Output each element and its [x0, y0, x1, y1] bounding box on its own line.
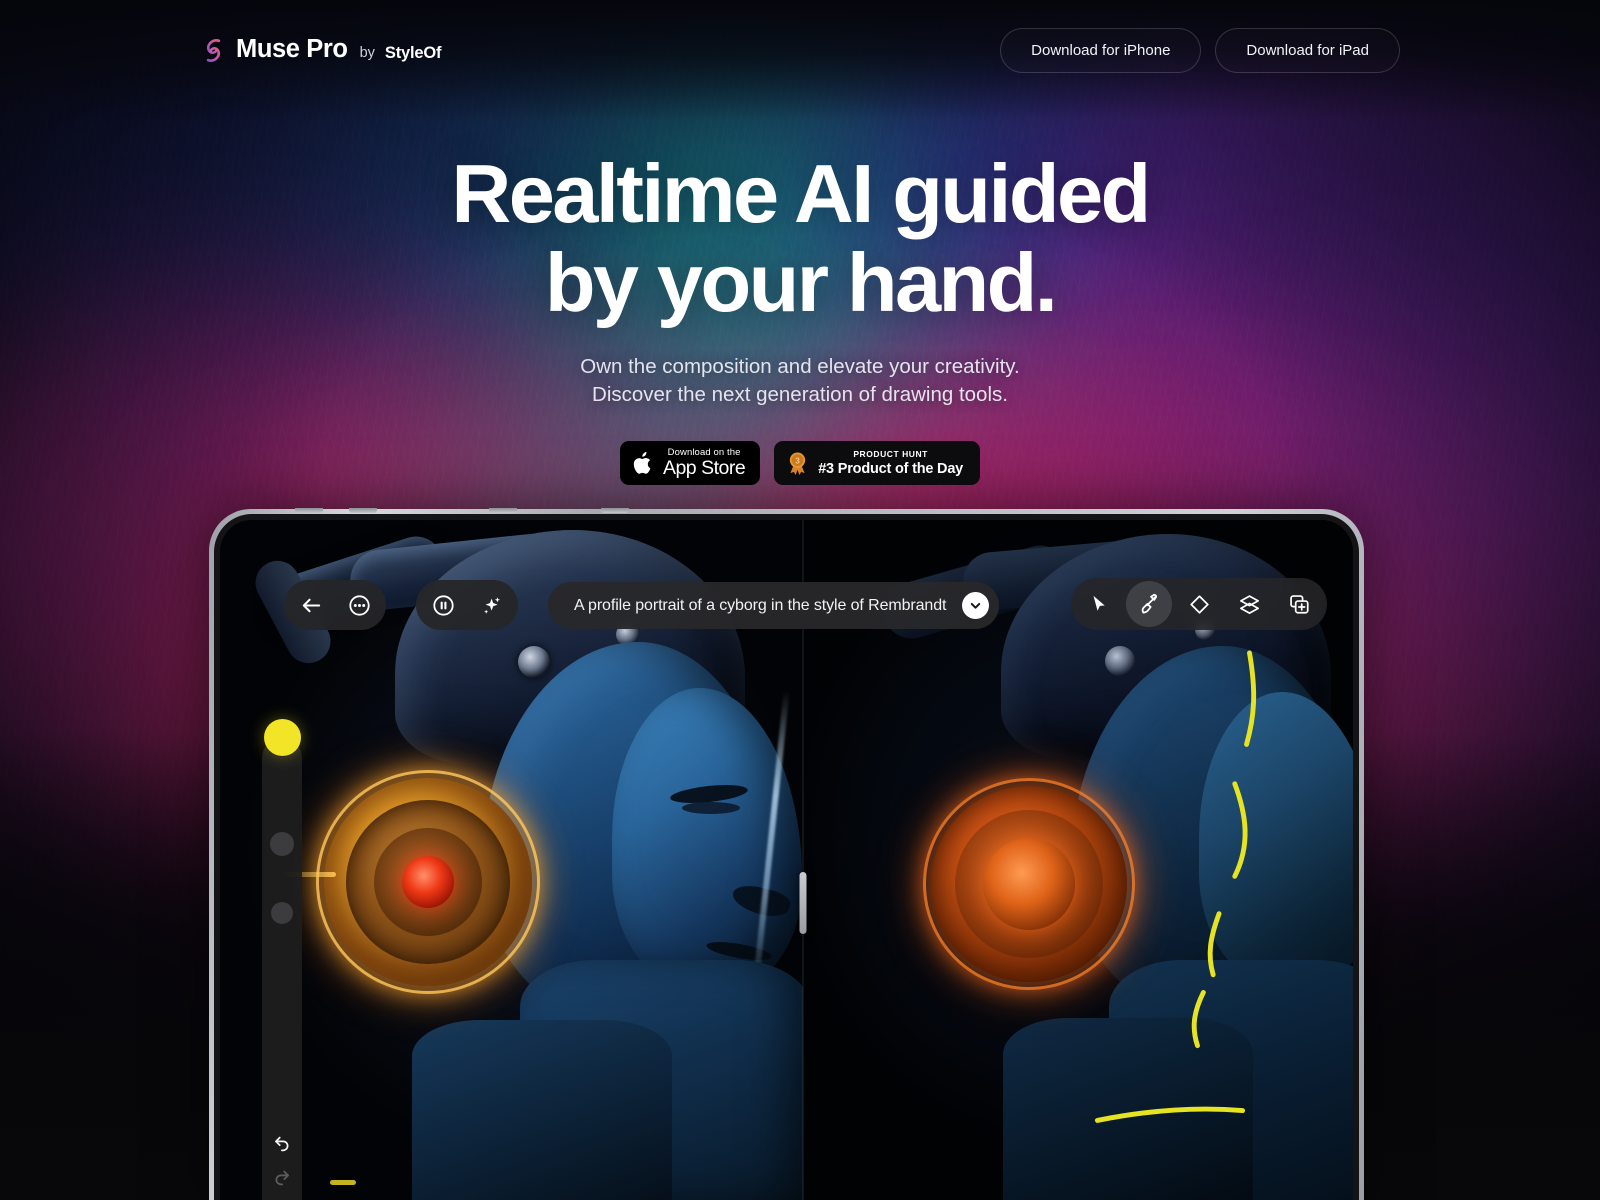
more-dots-icon — [348, 594, 371, 617]
undo-button[interactable] — [265, 1125, 299, 1159]
compare-split-handle[interactable] — [799, 872, 807, 934]
headline-line-2: by your hand. — [544, 235, 1058, 329]
layers-icon — [1238, 593, 1261, 616]
navigation-toolbar — [284, 580, 386, 630]
brush-icon — [1138, 593, 1161, 616]
ipad-device-mockup: A profile portrait of a cyborg in the st… — [209, 508, 1364, 1200]
back-button[interactable] — [288, 582, 334, 628]
prompt-text: A profile portrait of a cyborg in the st… — [574, 596, 947, 614]
brand-company: StyleOf — [384, 43, 442, 62]
app-store-badge[interactable]: Download on the App Store — [619, 441, 761, 486]
hero-badges: Download on the App Store 3 PRODUCT HUNT… — [0, 441, 1600, 486]
select-tool[interactable] — [1076, 581, 1122, 627]
medal-icon: 3 — [786, 451, 809, 476]
prompt-expand-button[interactable] — [962, 592, 990, 619]
muse-spiral-logo-icon — [200, 37, 227, 64]
device-frame: A profile portrait of a cyborg in the st… — [209, 508, 1364, 1200]
product-hunt-badge[interactable]: 3 PRODUCT HUNT #3 Product of the Day — [774, 441, 981, 486]
pause-icon — [432, 594, 455, 617]
product-hunt-small-label: PRODUCT HUNT — [853, 448, 928, 459]
brush-size-large[interactable] — [270, 832, 294, 856]
brand-logo[interactable]: Muse Pro by StyleOf — [200, 37, 441, 64]
undo-arrow-icon — [271, 1131, 293, 1153]
subtitle-line-1: Own the composition and elevate your cre… — [580, 354, 1020, 378]
add-layer-tool[interactable] — [1276, 581, 1322, 627]
apple-logo-icon — [633, 451, 654, 476]
ai-generate-button[interactable] — [468, 582, 514, 628]
layers-tool[interactable] — [1226, 581, 1272, 627]
brush-rail — [262, 719, 302, 1200]
prompt-input[interactable]: A profile portrait of a cyborg in the st… — [548, 582, 1000, 629]
color-swatch[interactable] — [263, 719, 301, 756]
product-hunt-big-label: #3 Product of the Day — [818, 461, 964, 478]
eraser-tool[interactable] — [1176, 581, 1222, 627]
download-iphone-button[interactable]: Download for iPhone — [1000, 27, 1202, 73]
playback-toolbar — [416, 580, 518, 630]
eraser-icon — [1188, 593, 1211, 616]
cursor-icon — [1088, 593, 1110, 615]
header-actions: Download for iPhone Download for iPad — [1000, 27, 1400, 73]
site-header: Muse Pro by StyleOf Download for iPhone … — [0, 0, 1600, 100]
brand-name: Muse Pro — [236, 35, 348, 64]
download-ipad-button[interactable]: Download for iPad — [1215, 27, 1400, 73]
back-arrow-icon — [300, 594, 323, 617]
brush-tool[interactable] — [1126, 581, 1172, 627]
hero-subtitle: Own the composition and elevate your cre… — [0, 353, 1600, 410]
redo-arrow-icon — [271, 1165, 293, 1187]
redo-button[interactable] — [265, 1159, 299, 1193]
chevron-down-icon — [968, 598, 983, 613]
brush-size-small[interactable] — [271, 902, 293, 924]
device-screen: A profile portrait of a cyborg in the st… — [220, 520, 1353, 1200]
subtitle-line-2: Discover the next generation of drawing … — [592, 382, 1008, 406]
app-store-big-label: App Store — [662, 457, 746, 480]
add-layer-icon — [1288, 593, 1311, 616]
svg-text:3: 3 — [795, 456, 800, 465]
tools-toolbar — [1071, 578, 1327, 630]
pause-button[interactable] — [420, 582, 466, 628]
sparkle-icon — [479, 593, 503, 617]
page-title: Realtime AI guided by your hand. — [0, 152, 1600, 329]
more-options-button[interactable] — [336, 582, 382, 628]
headline-line-1: Realtime AI guided — [451, 147, 1151, 240]
app-store-small-label: Download on the — [667, 446, 741, 458]
brand-by-label: by — [359, 44, 375, 61]
